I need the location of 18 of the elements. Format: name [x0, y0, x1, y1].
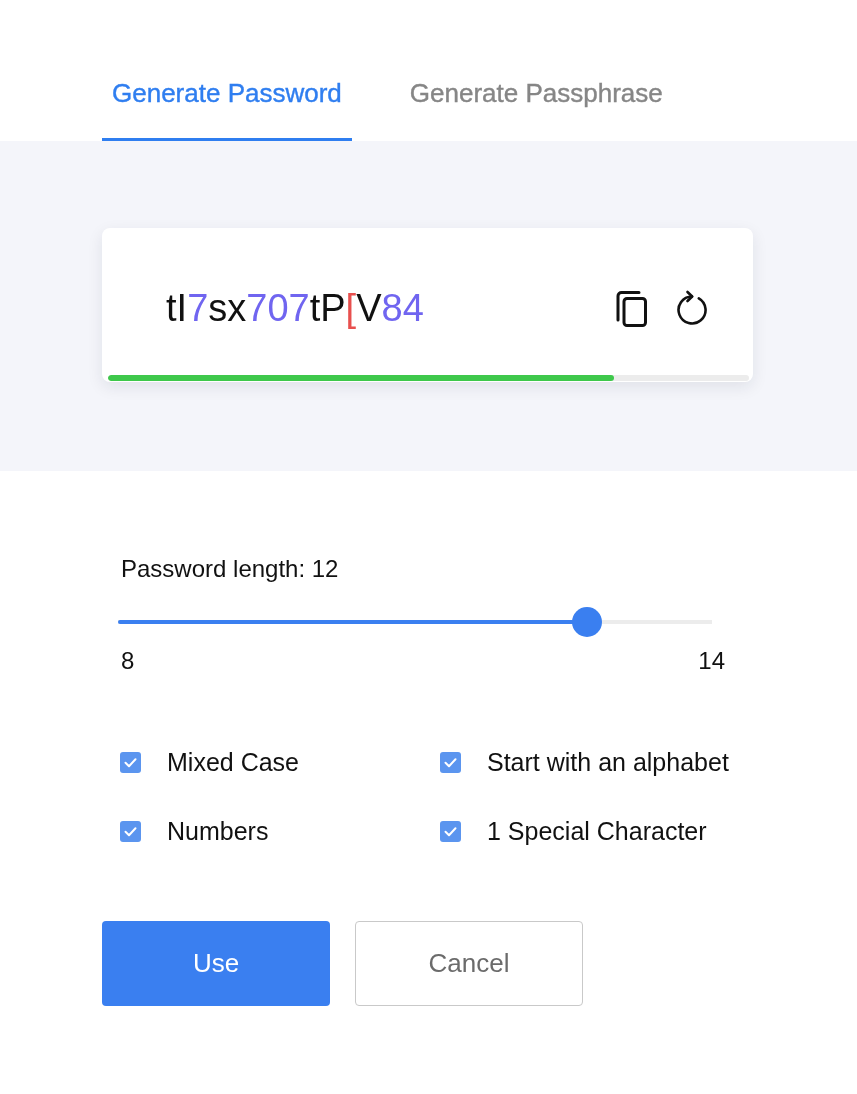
- slider-min-label: 8: [121, 647, 135, 675]
- checkbox[interactable]: [120, 751, 141, 773]
- checkbox[interactable]: [440, 820, 461, 842]
- password-text: tI7sx707tP[V84: [166, 285, 425, 330]
- option-label: 1 Special Character: [487, 816, 707, 846]
- slider-thumb[interactable]: [572, 607, 603, 637]
- use-button[interactable]: Use: [102, 921, 330, 1006]
- slider-max-label: 14: [698, 647, 725, 675]
- cancel-button[interactable]: Cancel: [355, 921, 583, 1006]
- length-label: Password length: 12: [121, 555, 340, 583]
- option-label: Numbers: [167, 816, 269, 846]
- tab[interactable]: Generate Passphrase: [399, 76, 673, 141]
- refresh-icon[interactable]: [674, 289, 710, 326]
- option-label: Mixed Case: [167, 747, 299, 777]
- checkbox[interactable]: [440, 751, 461, 773]
- copy-icon[interactable]: [614, 288, 648, 327]
- checkbox[interactable]: [120, 820, 141, 842]
- option-label: Start with an alphabet: [487, 747, 729, 777]
